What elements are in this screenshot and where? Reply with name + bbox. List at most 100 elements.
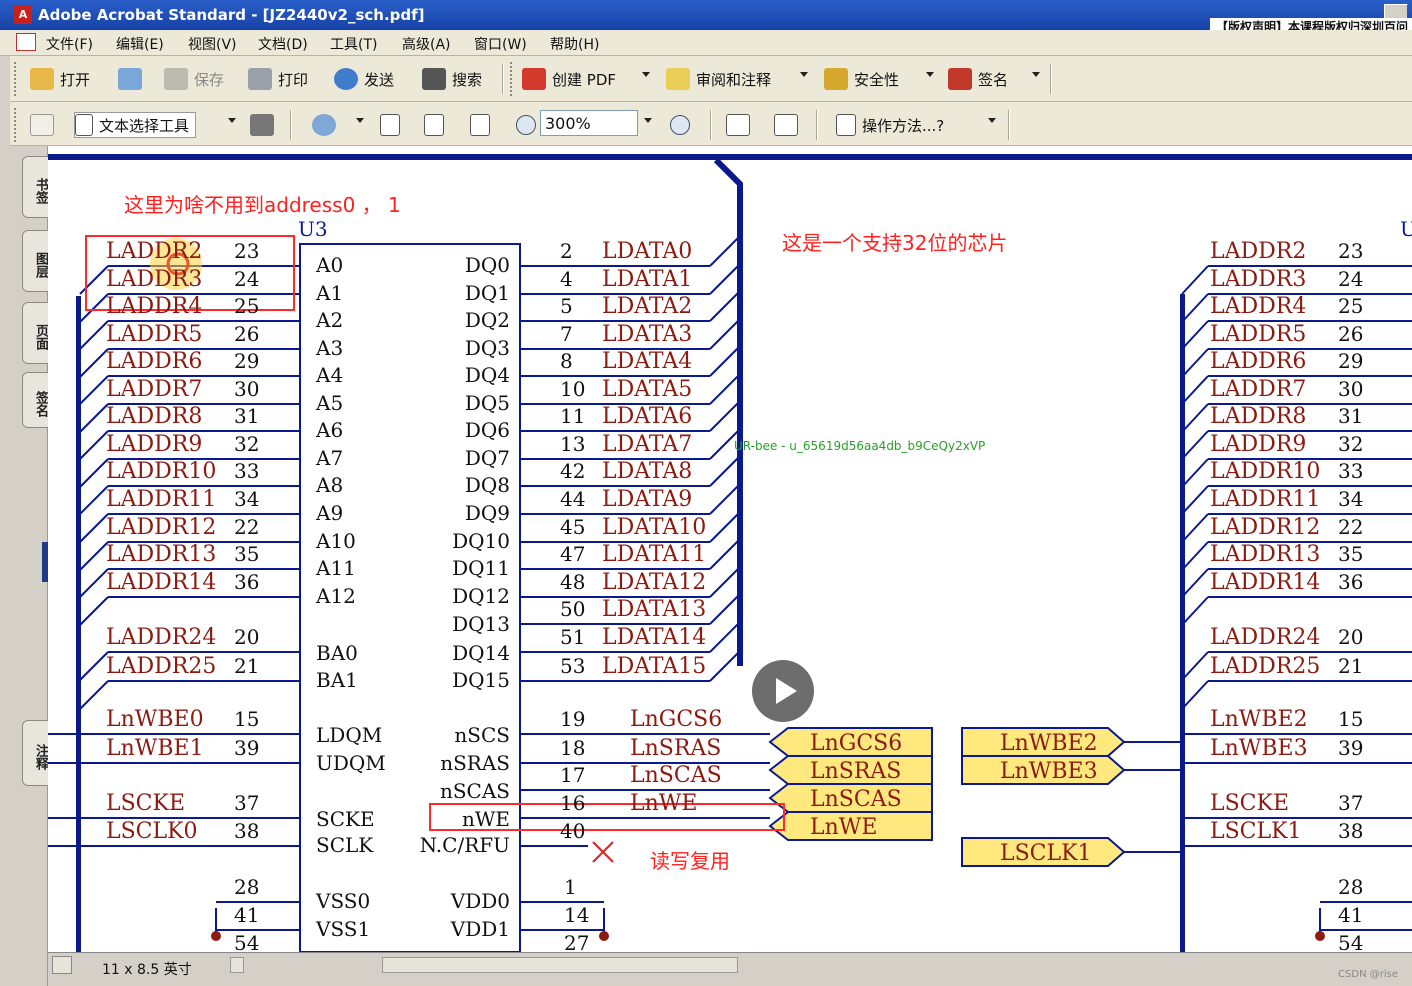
create-pdf-button[interactable]: 创建 PDF	[522, 66, 616, 92]
u3-right-pin-name: nSCAS	[440, 779, 510, 803]
scroll-left-icon[interactable]	[230, 957, 244, 973]
left-net-label: LADDR7	[106, 377, 202, 402]
navigation-panel: 书签 图层 页面 签名 注释	[10, 146, 50, 986]
data-pin-number: 45	[560, 515, 585, 539]
toolbar-separator	[502, 64, 504, 94]
fit-page-button[interactable]	[424, 112, 450, 138]
security-dropdown-icon[interactable]	[926, 72, 934, 77]
data-bus-entry	[709, 513, 739, 543]
actual-size-button[interactable]	[380, 112, 406, 138]
toolbar-separator	[1050, 64, 1052, 94]
lock-icon	[824, 68, 848, 90]
security-button[interactable]: 安全性	[824, 66, 899, 92]
schematic-labels: U3 ULADDR2 23LADDR3 24LADDR4 25LADDR5 26LADDR…	[106, 193, 1412, 952]
right-net-label: LADDR11	[1210, 487, 1320, 512]
power-pin-number: 41	[1338, 903, 1363, 927]
data-bus-entry	[709, 237, 739, 267]
hand-tool-button[interactable]	[30, 112, 60, 138]
fit-width-button[interactable]	[470, 112, 496, 138]
howto-button[interactable]: 操作方法...?	[836, 112, 944, 138]
send-button[interactable]: 发送	[334, 66, 394, 92]
review-comment-button[interactable]: 审阅和注释	[666, 66, 771, 92]
power-pin-number: 28	[234, 875, 259, 899]
junction-dot	[1315, 931, 1325, 941]
u3-right-pin-name: DQ12	[452, 584, 510, 608]
menu-advanced[interactable]: 高级(A)	[402, 34, 451, 54]
comments-tab[interactable]: 注释	[22, 720, 50, 786]
menu-tools[interactable]: 工具(T)	[330, 34, 377, 54]
sign-dropdown-icon[interactable]	[1032, 72, 1040, 77]
toolbar-grip[interactable]	[14, 108, 18, 142]
left-pin-number: 38	[234, 819, 259, 843]
port-label: LnSCAS	[810, 787, 902, 812]
folder-icon	[30, 68, 54, 90]
ctrl-net-label: LnGCS6	[630, 707, 722, 732]
toolbar-separator	[290, 110, 292, 140]
port-label: LnSRAS	[810, 759, 901, 784]
right-net-label: LADDR14	[1210, 570, 1320, 595]
menu-document[interactable]: 文档(D)	[258, 34, 308, 54]
toolbar-grip[interactable]	[14, 62, 18, 96]
menu-window[interactable]: 窗口(W)	[474, 34, 527, 54]
acrobat-icon: A	[14, 6, 32, 24]
right-pin-number: 25	[1338, 294, 1363, 318]
bookmarks-tab[interactable]: 书签	[22, 156, 50, 218]
layers-tab[interactable]: 图层	[22, 230, 50, 292]
text-select-tool-button[interactable]: 文本选择工具	[74, 112, 197, 138]
snapshot-button[interactable]	[250, 112, 280, 138]
zoom-out-button[interactable]	[516, 112, 542, 138]
u3-right-pin-name: nSRAS	[440, 751, 510, 775]
bus-entry	[79, 375, 109, 405]
search-button[interactable]: 搜索	[422, 66, 482, 92]
bus-entry	[79, 403, 109, 433]
rotate-button[interactable]	[726, 112, 756, 138]
organizer-button[interactable]	[118, 66, 148, 92]
select-tool-dropdown-icon[interactable]	[228, 118, 236, 123]
data-bus-entry	[709, 375, 739, 405]
left-pin-number: 34	[234, 487, 259, 511]
review-dropdown-icon[interactable]	[800, 72, 808, 77]
magnifier-icon	[312, 114, 336, 136]
data-net-label: LDATA6	[602, 404, 692, 429]
play-icon[interactable]	[752, 660, 814, 722]
top-bus	[48, 154, 1412, 160]
open-button[interactable]: 打开	[30, 66, 90, 92]
right-pin-number: 39	[1338, 736, 1363, 760]
zoom-input[interactable]: 300%	[540, 110, 638, 136]
horizontal-scrollbar[interactable]	[382, 957, 738, 973]
bus-entry	[79, 680, 109, 710]
resize-icon[interactable]	[52, 956, 72, 974]
zoom-tool-button[interactable]	[312, 112, 342, 138]
print-button[interactable]: 打印	[248, 66, 308, 92]
menu-edit[interactable]: 编辑(E)	[116, 34, 164, 54]
zoom-dropdown-icon[interactable]	[644, 118, 652, 123]
menu-view[interactable]: 视图(V)	[188, 34, 237, 54]
sign-button[interactable]: 签名	[948, 66, 1008, 92]
u3-right-pin-name: N.C/RFU	[420, 833, 510, 857]
left-pin-number: 37	[234, 791, 259, 815]
document-view[interactable]: U3 U LADDR2 23 LADDR3 24 LADDR4 25 LADDR5 26 LADDR…	[48, 146, 1412, 952]
ctrl-pin-number: 18	[560, 736, 585, 760]
zoom-tool-dropdown-icon[interactable]	[356, 118, 364, 123]
data-bus-entry	[709, 320, 739, 350]
save-button[interactable]: 保存	[164, 66, 224, 92]
bus-entry	[1181, 596, 1209, 626]
create-pdf-dropdown-icon[interactable]	[642, 72, 650, 77]
port-label: LnWBE2	[1000, 731, 1098, 756]
window-title: Adobe Acrobat Standard - [JZ2440v2_sch.p…	[38, 6, 425, 24]
pages-tab[interactable]: 页面	[22, 302, 50, 364]
right-pin-number: 22	[1338, 515, 1363, 539]
right-net-label: LADDR2	[1210, 239, 1306, 264]
menu-file[interactable]: 文件(F)	[46, 34, 93, 54]
data-bus-entry	[709, 568, 739, 598]
right-pin-number: 15	[1338, 707, 1363, 731]
u3-left-pin-name: A11	[315, 556, 356, 580]
howto-dropdown-icon[interactable]	[988, 118, 996, 123]
menu-help[interactable]: 帮助(H)	[550, 34, 599, 54]
zoom-in-button[interactable]	[670, 112, 696, 138]
rotate-ccw-button[interactable]	[774, 112, 804, 138]
right-pin-number: 20	[1338, 625, 1363, 649]
signatures-tab[interactable]: 签名	[22, 372, 50, 428]
u3-right-pin-name: DQ5	[465, 391, 510, 415]
toolbar-grip[interactable]	[510, 62, 514, 96]
